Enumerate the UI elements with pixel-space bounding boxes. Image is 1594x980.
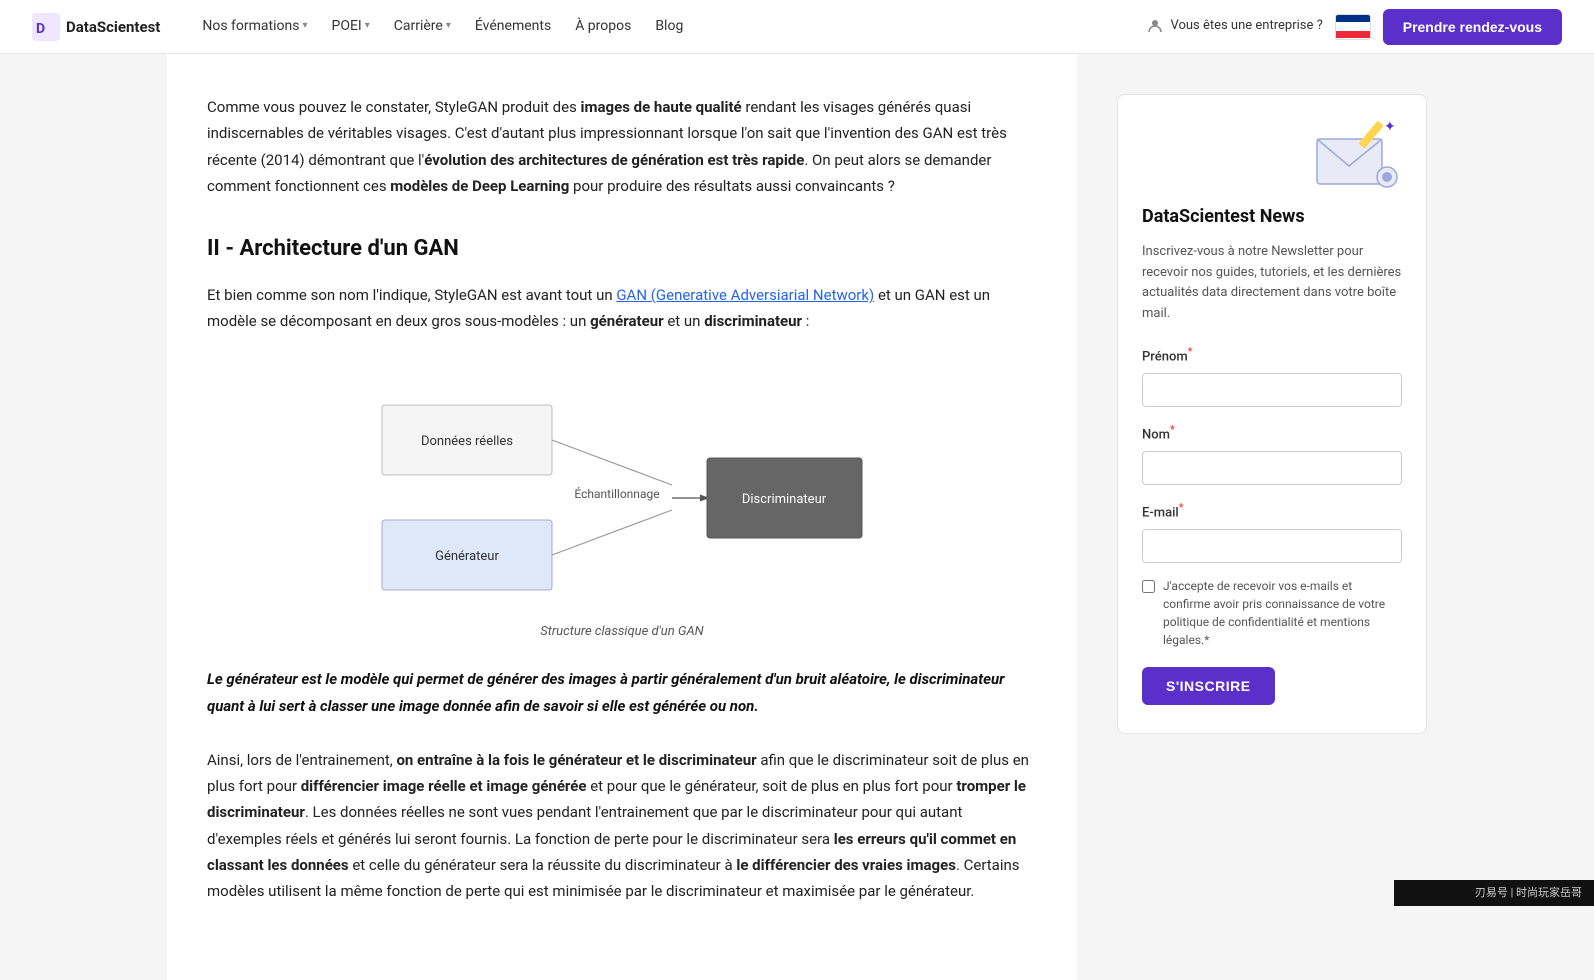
nom-input[interactable] — [1142, 451, 1402, 485]
subscribe-button[interactable]: S'INSCRIRE — [1142, 667, 1275, 705]
diagram-container: Données réelles Générateur Échantillonna… — [207, 365, 1037, 643]
svg-text:✦: ✦ — [1384, 119, 1396, 135]
prenom-label: Prénom* — [1142, 343, 1402, 368]
main-content: Comme vous pouvez le constater, StyleGAN… — [167, 54, 1077, 980]
section-paragraph-1: Et bien comme son nom l'indique, StyleGA… — [207, 282, 1037, 335]
svg-text:Données réelles: Données réelles — [421, 434, 513, 449]
highlight-block: Le générateur est le modèle qui permet d… — [207, 666, 1037, 719]
email-input[interactable] — [1142, 529, 1402, 563]
gan-link[interactable]: GAN (Generative Adversiarial Network) — [616, 286, 874, 304]
newsletter-icon-area: ✦ — [1142, 119, 1402, 199]
prenom-input[interactable] — [1142, 373, 1402, 407]
nav-apropos[interactable]: À propos — [565, 9, 641, 43]
sidebar: ✦ DataScientest News Inscrivez-vous à no… — [1117, 54, 1427, 734]
language-flag-button[interactable] — [1335, 14, 1371, 40]
newsletter-title: DataScientest News — [1142, 203, 1402, 232]
logo-icon: D — [32, 13, 60, 41]
watermark: 刃易号 | 时尚玩家岳哥 — [1394, 880, 1594, 906]
nav-evenements[interactable]: Événements — [465, 9, 561, 43]
logo-text: DataScientest — [66, 15, 160, 39]
newsletter-illustration: ✦ — [1312, 119, 1402, 199]
svg-text:Discriminateur: Discriminateur — [742, 492, 827, 507]
email-field-group: E-mail* — [1142, 499, 1402, 563]
chevron-down-icon: ▾ — [302, 18, 307, 34]
nav-right: Vous êtes une entreprise ? Prendre rende… — [1146, 9, 1562, 45]
consent-label: J'accepte de recevoir vos e-mails et con… — [1163, 577, 1402, 649]
page-wrapper: Comme vous pouvez le constater, StyleGAN… — [147, 54, 1447, 980]
chevron-down-icon: ▾ — [446, 18, 451, 34]
section-heading: II - Architecture d'un GAN — [207, 231, 1037, 266]
svg-text:Générateur: Générateur — [435, 549, 499, 564]
svg-text:Échantillonnage: Échantillonnage — [574, 486, 659, 501]
navbar: D DataScientest Nos formations ▾ POEI ▾ … — [0, 0, 1594, 54]
email-label: E-mail* — [1142, 499, 1402, 524]
training-paragraph: Ainsi, lors de l'entrainement, on entraî… — [207, 747, 1037, 905]
diagram-caption: Structure classique d'un GAN — [540, 622, 703, 643]
intro-paragraph: Comme vous pouvez le constater, StyleGAN… — [207, 94, 1037, 199]
consent-checkbox-row: J'accepte de recevoir vos e-mails et con… — [1142, 577, 1402, 649]
nav-formations[interactable]: Nos formations ▾ — [192, 9, 317, 43]
newsletter-card: ✦ DataScientest News Inscrivez-vous à no… — [1117, 94, 1427, 734]
nom-label: Nom* — [1142, 421, 1402, 446]
enterprise-icon — [1146, 17, 1164, 35]
svg-text:D: D — [36, 21, 45, 37]
nav-carriere[interactable]: Carrière ▾ — [384, 9, 461, 43]
logo-link[interactable]: D DataScientest — [32, 13, 160, 41]
nav-links: Nos formations ▾ POEI ▾ Carrière ▾ Événe… — [192, 9, 1146, 43]
gan-diagram: Données réelles Générateur Échantillonna… — [362, 365, 882, 612]
nom-field-group: Nom* — [1142, 421, 1402, 485]
nav-poei[interactable]: POEI ▾ — [322, 9, 380, 43]
chevron-down-icon: ▾ — [365, 18, 370, 34]
prenom-field-group: Prénom* — [1142, 343, 1402, 407]
newsletter-desc: Inscrivez-vous à notre Newsletter pour r… — [1142, 242, 1402, 325]
enterprise-link[interactable]: Vous êtes une entreprise ? — [1146, 16, 1322, 37]
nav-blog[interactable]: Blog — [645, 9, 693, 43]
consent-checkbox[interactable] — [1142, 580, 1155, 593]
rdv-button[interactable]: Prendre rendez-vous — [1383, 9, 1562, 45]
